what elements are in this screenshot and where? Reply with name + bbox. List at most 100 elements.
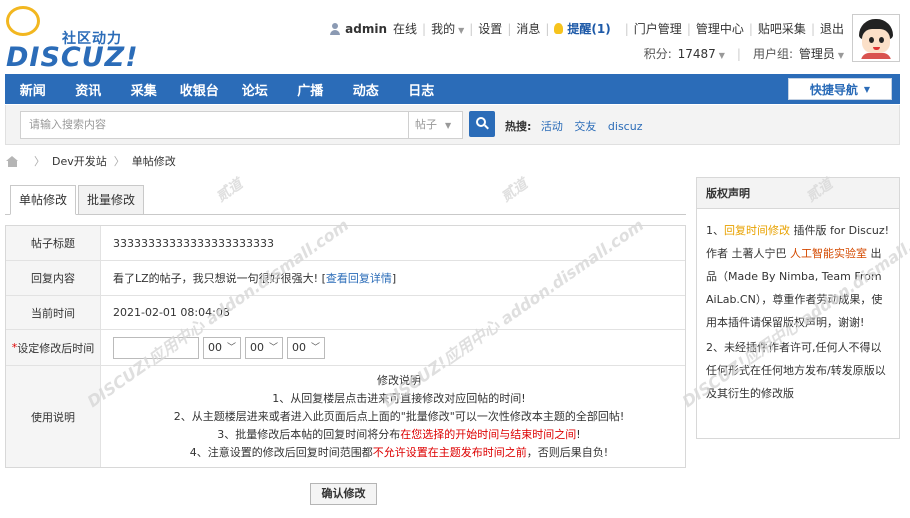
plugin-name-link[interactable]: 回复时间修改 — [724, 224, 790, 237]
confirm-edit-button[interactable]: 确认修改 — [310, 483, 377, 505]
usage-4-text: 4、注意设置的修改后回复时间范围都 — [189, 445, 373, 459]
nav-item-collect[interactable]: 采集 — [116, 80, 172, 99]
copyright-para-1: 1、回复时间修改 插件版 for Discuz! 作者 土著人宁巴 人工智能实验… — [706, 219, 890, 334]
divider: | — [736, 46, 741, 61]
breadcrumb: 〉 Dev开发站 〉 单帖修改 — [6, 153, 176, 169]
nav-item-broadcast[interactable]: 广播 — [283, 80, 339, 99]
tab-bar: 单帖修改 批量修改 — [5, 185, 686, 215]
breadcrumb-current: 单帖修改 — [131, 155, 176, 168]
settings-link[interactable]: 设置 — [478, 20, 502, 37]
tieba-collect-link[interactable]: 贴吧采集 — [758, 20, 806, 37]
minute-select[interactable]: 00 ﹀ — [245, 336, 283, 359]
admin-center-link[interactable]: 管理中心 — [696, 20, 744, 37]
chevron-down-icon: ▼ — [837, 51, 844, 60]
content-end: ] — [391, 271, 397, 285]
nav-item-news[interactable]: 新闻 — [5, 80, 61, 99]
quick-nav-label: 快捷导航 — [809, 82, 858, 97]
usage-4-highlight: 不允许设置在主题发布时间之前 — [372, 445, 527, 459]
user-stats: 积分: 17487 ▼ | 用户组: 管理员 ▼ — [644, 45, 844, 62]
user-toolbar: admin 在线 | 我的 ▼ | 设置 | 消息 | 提醒(1) | 门户管理 … — [329, 20, 844, 37]
search-input[interactable]: 请输入搜索内容 — [20, 111, 409, 139]
hot-keyword[interactable]: discuz — [608, 120, 643, 133]
usage-line-1: 1、从回复楼层点击进来可直接修改对应回帖的时间! — [272, 391, 526, 405]
avatar[interactable] — [852, 14, 900, 62]
breadcrumb-site[interactable]: Dev开发站 — [52, 153, 107, 169]
usage-3-end: ! — [576, 427, 581, 441]
date-input[interactable] — [113, 336, 199, 359]
time-label: 当前时间 — [6, 296, 101, 329]
set-time-label-text: 设定修改后时间 — [17, 341, 95, 355]
second-select[interactable]: 00 ﹀ — [287, 336, 325, 359]
hot-keyword[interactable]: 交友 — [574, 120, 596, 133]
divider: | — [507, 21, 512, 36]
remind-link[interactable]: 提醒(1) — [554, 20, 611, 37]
chevron-down-icon: ▼ — [458, 26, 465, 35]
group-menu[interactable]: 用户组: 管理员 ▼ — [753, 45, 844, 62]
hot-search: 热搜: 活动 交友 discuz — [505, 118, 650, 134]
second-value: 00 — [292, 340, 306, 354]
form-row-content: 回复内容 看了LZ的帖子，我只想说一句很好很强大! [查看回复详情] — [6, 261, 685, 296]
caret-down-icon: ▼ — [445, 121, 452, 130]
form-row-time: 当前时间 2021-02-01 08:04:08 — [6, 296, 685, 330]
divider: | — [686, 21, 691, 36]
logout-link[interactable]: 退出 — [820, 20, 844, 37]
search-type-label: 帖子 — [415, 118, 437, 131]
avatar-image — [855, 17, 897, 59]
time-value: 2021-02-01 08:04:08 — [113, 306, 230, 319]
usage-line-2: 2、从主题楼层进来或者进入此页面后点上面的"批量修改"可以一次性修改本主题的全部… — [173, 409, 625, 423]
view-reply-link[interactable]: 查看回复详情 — [326, 270, 392, 286]
nav-item-forum[interactable]: 论坛 — [227, 80, 283, 99]
divider: | — [624, 21, 629, 36]
chevron-down-icon: ﹀ — [226, 342, 236, 353]
points-menu[interactable]: 积分: 17487 ▼ — [644, 45, 725, 62]
group-label: 用户组: — [752, 47, 793, 61]
content-text: 看了LZ的帖子，我只想说一句很好很强大! [ — [113, 272, 326, 285]
search-button[interactable] — [469, 111, 495, 137]
form-row-usage: 使用说明 修改说明 1、从回复楼层点击进来可直接修改对应回帖的时间! 2、从主题… — [6, 366, 685, 467]
usage-title: 修改说明 — [377, 373, 421, 387]
ailab-link[interactable]: 人工智能实验室 — [790, 247, 867, 260]
chevron-right-icon: 〉 — [113, 155, 125, 168]
form-row-set-time: * 设定修改后时间 00 ﹀ 00 ﹀ 00 ﹀ — [6, 330, 685, 366]
quick-nav-button[interactable]: 快捷导航 ▼ — [788, 78, 892, 100]
copyright-title: 版权声明 — [697, 178, 899, 209]
nav-item-blog[interactable]: 日志 — [394, 80, 450, 99]
username-link[interactable]: admin — [345, 22, 387, 36]
usage-notes: 修改说明 1、从回复楼层点击进来可直接修改对应回帖的时间! 2、从主题楼层进来或… — [101, 366, 685, 467]
mine-menu[interactable]: 我的 ▼ — [431, 20, 464, 37]
edit-form: 帖子标题 33333333333333333333333 回复内容 看了LZ的帖… — [5, 225, 686, 468]
points-label: 积分: — [643, 47, 672, 61]
title-value: 33333333333333333333333 — [113, 236, 274, 250]
divider: | — [748, 21, 753, 36]
usage-label: 使用说明 — [6, 366, 101, 467]
title-label: 帖子标题 — [6, 226, 101, 260]
hour-value: 00 — [208, 340, 222, 354]
home-icon[interactable] — [6, 155, 19, 167]
copyright-body: 1、回复时间修改 插件版 for Discuz! 作者 土著人宁巴 人工智能实验… — [697, 209, 899, 405]
tab-single-edit[interactable]: 单帖修改 — [10, 185, 76, 215]
portal-admin-link[interactable]: 门户管理 — [634, 20, 682, 37]
nav-item-feed[interactable]: 动态 — [338, 80, 394, 99]
usage-line-4: 4、注意设置的修改后回复时间范围都不允许设置在主题发布时间之前，否则后果自负! — [190, 444, 608, 462]
points-value: 17487 — [677, 47, 716, 61]
hot-keyword[interactable]: 活动 — [541, 120, 563, 133]
main-nav: 新闻 资讯 采集 收银台 论坛 广播 动态 日志 快捷导航 ▼ — [5, 74, 900, 104]
hot-search-label: 热搜: — [505, 120, 532, 133]
search-type-select[interactable]: 帖子 ▼ — [409, 111, 463, 139]
nav-item-info[interactable]: 资讯 — [61, 80, 117, 99]
discuz-logo[interactable]: 社区动力 DISCUZ! — [6, 6, 138, 73]
usage-3-text: 3、批量修改后本帖的回复时间将分布 — [217, 427, 401, 441]
remind-label: 提醒(1) — [567, 22, 611, 36]
messages-link[interactable]: 消息 — [516, 20, 540, 37]
tab-batch-edit[interactable]: 批量修改 — [78, 185, 144, 215]
user-icon — [329, 22, 341, 35]
usage-line-3: 3、批量修改后本帖的回复时间将分布在您选择的开始时间与结束时间之间! — [217, 426, 580, 444]
nav-item-cashier[interactable]: 收银台 — [172, 80, 228, 99]
divider: | — [810, 21, 815, 36]
set-time-controls: 00 ﹀ 00 ﹀ 00 ﹀ — [101, 330, 685, 365]
hour-select[interactable]: 00 ﹀ — [203, 336, 241, 359]
divider: | — [422, 21, 427, 36]
chevron-right-icon: 〉 — [34, 155, 45, 168]
search-bar: 请输入搜索内容 帖子 ▼ 热搜: 活动 交友 discuz — [5, 105, 900, 145]
online-status: 在线 — [393, 22, 418, 36]
